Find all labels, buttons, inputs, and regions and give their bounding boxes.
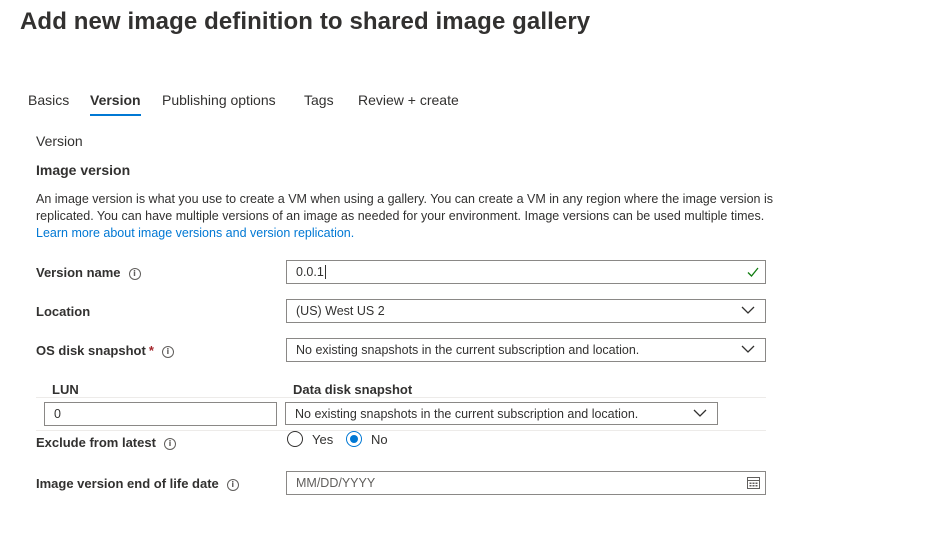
end-of-life-label: Image version end of life date i	[36, 476, 239, 491]
radio-yes-label[interactable]: Yes	[312, 432, 333, 447]
data-disk-snapshot-value: No existing snapshots in the current sub…	[295, 406, 639, 421]
chevron-down-icon	[741, 345, 755, 353]
image-version-description: An image version is what you use to crea…	[36, 191, 776, 242]
checkmark-icon	[747, 267, 759, 277]
lun-input[interactable]: 0	[44, 402, 277, 426]
lun-value: 0	[54, 407, 61, 421]
tab-review-create[interactable]: Review + create	[358, 92, 459, 116]
location-value: (US) West US 2	[296, 304, 385, 318]
radio-no-label[interactable]: No	[371, 432, 388, 447]
location-dropdown[interactable]: (US) West US 2	[286, 299, 766, 323]
image-version-title: Image version	[36, 162, 131, 178]
exclude-from-latest-label-text: Exclude from latest	[36, 435, 156, 450]
exclude-from-latest-label: Exclude from latest i	[36, 435, 176, 450]
version-name-label-text: Version name	[36, 265, 121, 280]
info-icon[interactable]: i	[226, 479, 239, 491]
tab-tags[interactable]: Tags	[304, 92, 334, 116]
page-title: Add new image definition to shared image…	[20, 8, 591, 35]
data-disk-snapshot-dropdown[interactable]: No existing snapshots in the current sub…	[285, 402, 718, 425]
version-name-input[interactable]: 0.0.1	[286, 260, 766, 284]
end-of-life-placeholder: MM/DD/YYYY	[296, 476, 376, 490]
end-of-life-label-text: Image version end of life date	[36, 476, 219, 491]
lun-column-header: LUN	[52, 382, 79, 397]
radio-no[interactable]	[346, 431, 362, 447]
data-disk-snapshot-column-header: Data disk snapshot	[293, 382, 413, 397]
tab-version[interactable]: Version	[90, 92, 141, 116]
calendar-icon[interactable]	[747, 476, 760, 489]
info-icon[interactable]: i	[128, 268, 141, 280]
tab-publishing-options[interactable]: Publishing options	[162, 92, 276, 116]
chevron-down-icon	[741, 306, 755, 314]
grid-divider	[36, 397, 766, 398]
info-icon[interactable]: i	[161, 346, 174, 358]
description-text: An image version is what you use to crea…	[36, 192, 773, 223]
version-name-label: Version name i	[36, 265, 141, 280]
required-marker: *	[148, 343, 154, 358]
tab-basics[interactable]: Basics	[28, 92, 69, 116]
chevron-down-icon	[693, 409, 707, 417]
info-icon[interactable]: i	[163, 438, 176, 450]
os-disk-snapshot-label: OS disk snapshot * i	[36, 343, 174, 358]
location-label: Location	[36, 304, 91, 319]
learn-more-link[interactable]: Learn more about image versions and vers…	[36, 226, 354, 240]
radio-yes[interactable]	[287, 431, 303, 447]
version-name-value: 0.0.1	[296, 265, 324, 279]
os-disk-snapshot-dropdown[interactable]: No existing snapshots in the current sub…	[286, 338, 766, 362]
end-of-life-date-input[interactable]: MM/DD/YYYY	[286, 471, 766, 495]
os-disk-snapshot-value: No existing snapshots in the current sub…	[296, 343, 640, 357]
grid-divider	[36, 430, 766, 431]
os-disk-snapshot-label-text: OS disk snapshot	[36, 343, 146, 358]
section-heading: Version	[36, 133, 83, 149]
text-cursor	[324, 265, 326, 279]
